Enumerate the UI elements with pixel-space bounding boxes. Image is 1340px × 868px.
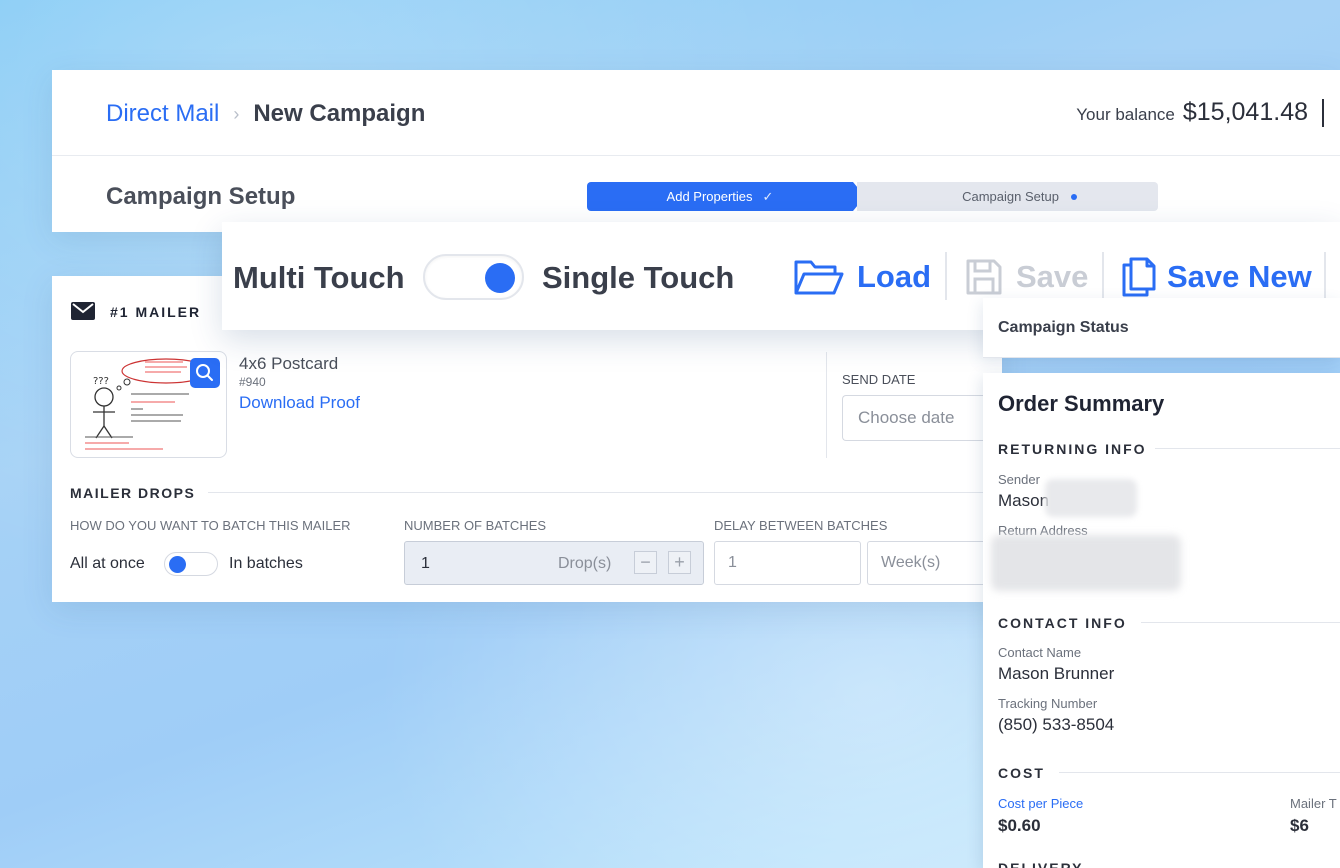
product-name: 4x6 Postcard	[239, 354, 339, 373]
cost-title: COST	[998, 765, 1045, 781]
save-button[interactable]: Save	[964, 252, 1088, 302]
breadcrumb-direct-mail[interactable]: Direct Mail	[106, 100, 219, 128]
batches-value: 1	[421, 555, 430, 572]
search-icon	[196, 364, 213, 381]
redacted-block	[1045, 479, 1137, 517]
divider	[1324, 252, 1326, 300]
step-campaign-setup[interactable]: Campaign Setup	[857, 182, 1158, 211]
mailer-total-label: Mailer T	[1290, 796, 1337, 811]
balance: Your balance $15,041.48	[1076, 98, 1324, 127]
returning-info-title: RETURNING INFO	[998, 441, 1147, 457]
send-date-input[interactable]: Choose date	[842, 395, 992, 441]
delay-input[interactable]: 1	[714, 541, 861, 585]
order-summary-title: Order Summary	[998, 391, 1165, 416]
mailer-label: #1 MAILER	[110, 304, 202, 320]
tracking-number-label: Tracking Number	[998, 696, 1098, 711]
batch-question-label: HOW DO YOU WANT TO BATCH THIS MAILER	[70, 518, 351, 533]
breadcrumb: Direct Mail › New Campaign	[106, 100, 425, 128]
toggle-knob	[485, 263, 515, 293]
chevron-right-icon: ›	[233, 103, 240, 124]
divider	[1102, 252, 1104, 300]
document-copy-icon	[1122, 257, 1156, 297]
zoom-button[interactable]	[190, 358, 220, 388]
divider	[1141, 622, 1340, 623]
step-label: Campaign Setup	[962, 189, 1059, 204]
divider	[1155, 448, 1340, 449]
balance-value: $15,041.48	[1182, 98, 1308, 126]
envelope-icon	[71, 302, 95, 320]
delay-unit-select[interactable]: Week(s)	[867, 541, 1002, 585]
cost-per-piece-label: Cost per Piece	[998, 796, 1084, 811]
divider	[945, 252, 947, 300]
sender-value: Mason	[998, 491, 1050, 510]
active-dot-icon	[1070, 193, 1077, 200]
decrement-button[interactable]: −	[634, 551, 657, 574]
all-at-once-label: All at once	[70, 555, 145, 572]
save-new-button[interactable]: Save New	[1121, 252, 1312, 302]
redacted-block	[991, 535, 1181, 591]
divider	[826, 352, 827, 458]
delivery-title: DELIVERY	[998, 860, 1084, 868]
mailer-total-value: $6	[1290, 816, 1309, 835]
contact-info-title: CONTACT INFO	[998, 615, 1127, 631]
order-summary-panel: Order Summary RETURNING INFO Sender Maso…	[983, 373, 1340, 868]
header-card: Direct Mail › New Campaign Your balance …	[52, 70, 1340, 232]
step-label: Add Properties	[666, 189, 753, 204]
campaign-status-panel[interactable]: Campaign Status	[983, 298, 1340, 358]
sender-label: Sender	[998, 472, 1040, 487]
tracking-number-value: (850) 533-8504	[998, 715, 1115, 734]
divider	[1322, 98, 1324, 127]
floppy-disk-icon	[966, 259, 1002, 295]
save-new-label: Save New	[1167, 259, 1312, 294]
product-id: #940	[239, 375, 266, 389]
delay-between-batches-label: DELAY BETWEEN BATCHES	[714, 518, 888, 533]
toggle-knob	[169, 556, 186, 573]
download-proof-link[interactable]: Download Proof	[239, 393, 360, 413]
load-label: Load	[857, 259, 932, 294]
touch-mode-toggle[interactable]	[423, 254, 524, 300]
svg-text:???: ???	[93, 376, 109, 387]
postcard-thumbnail[interactable]: ???	[70, 351, 227, 458]
step-add-properties[interactable]: Add Properties ✓	[587, 182, 865, 211]
folder-open-icon	[794, 260, 844, 295]
check-icon: ✓	[762, 188, 774, 204]
divider	[1059, 772, 1340, 773]
batch-mode-toggle[interactable]	[164, 552, 218, 576]
send-date-label: SEND DATE	[842, 372, 916, 387]
top-bar: Direct Mail › New Campaign Your balance …	[52, 70, 1340, 156]
increment-button[interactable]: +	[668, 551, 691, 574]
breadcrumb-current: New Campaign	[253, 100, 426, 127]
cost-per-piece-value: $0.60	[998, 816, 1041, 835]
batches-unit: Drop(s)	[558, 555, 612, 572]
load-button[interactable]: Load	[793, 252, 931, 302]
page-title: Campaign Setup	[106, 183, 296, 210]
campaign-status-title: Campaign Status	[998, 319, 1129, 336]
number-of-batches-label: NUMBER OF BATCHES	[404, 518, 547, 533]
mailer-drops-title: MAILER DROPS	[70, 485, 196, 501]
divider	[208, 492, 1002, 493]
save-label: Save	[1016, 259, 1089, 294]
contact-name-label: Contact Name	[998, 645, 1082, 660]
number-of-batches-stepper[interactable]: 1 Drop(s) − +	[404, 541, 704, 585]
stepper: Add Properties ✓ Campaign Setup	[587, 182, 1158, 211]
contact-name-value: Mason Brunner	[998, 664, 1115, 683]
single-touch-label[interactable]: Single Touch	[542, 260, 734, 296]
in-batches-label: In batches	[229, 555, 303, 572]
balance-label: Your balance	[1076, 105, 1175, 124]
multi-touch-label[interactable]: Multi Touch	[233, 260, 405, 296]
